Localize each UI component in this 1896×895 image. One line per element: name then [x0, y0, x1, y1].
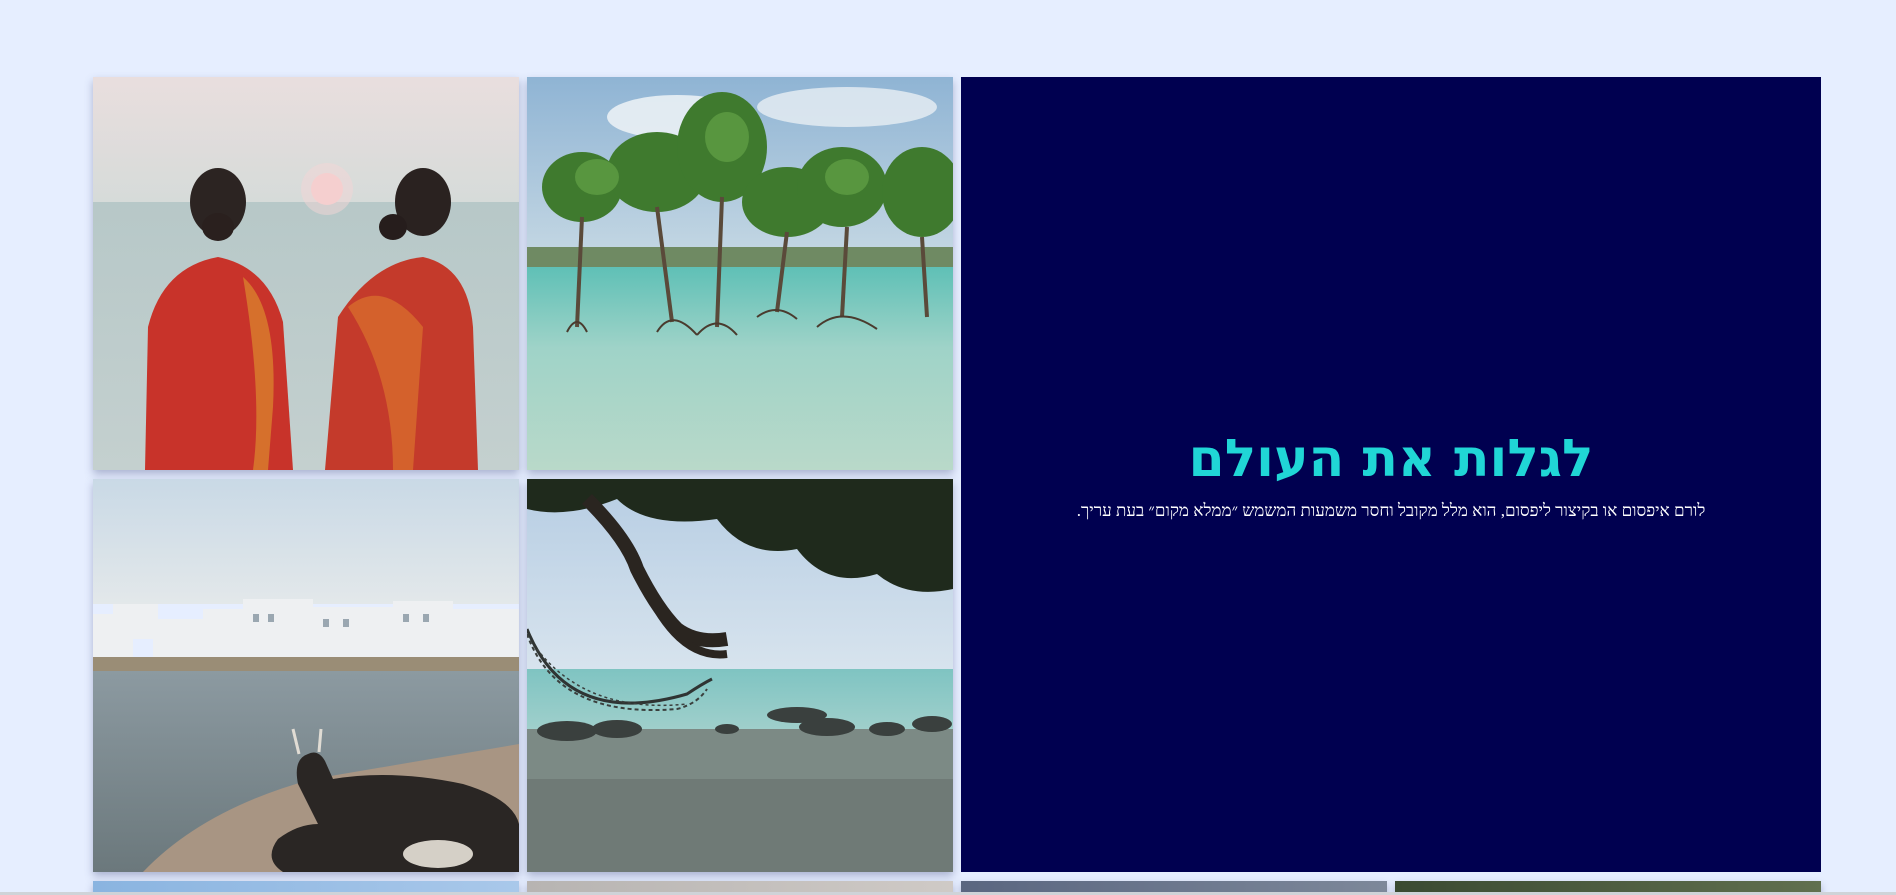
- feature-title: לגלות את העולם: [1188, 428, 1594, 489]
- feature-panel: לגלות את העולם לורם איפסום או בקיצור ליפ…: [961, 77, 1821, 872]
- feature-text: לורם איפסום או בקיצור ליפסום, הוא מלל מק…: [1076, 500, 1706, 520]
- photo-women-saris-sunset[interactable]: [93, 77, 519, 470]
- photo-mangroves[interactable]: [527, 77, 953, 470]
- photo-cow-lake[interactable]: [93, 479, 519, 872]
- photo-hammock-beach[interactable]: [527, 479, 953, 872]
